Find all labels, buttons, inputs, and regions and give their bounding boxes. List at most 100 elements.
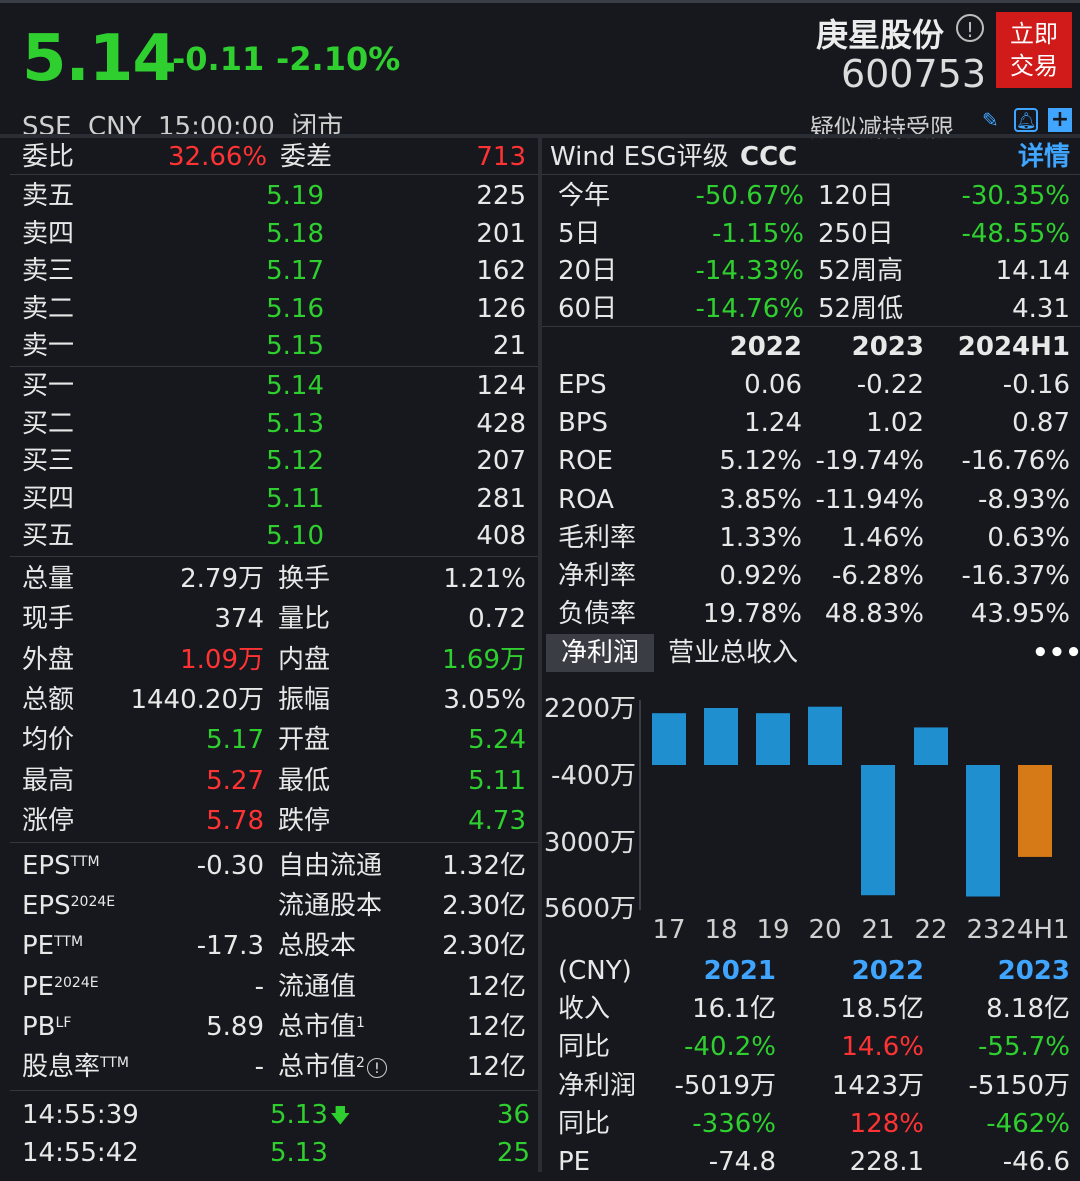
financials-row: 负债率 19.78% 48.83% 43.95% (558, 595, 1070, 633)
annual-label: PE (558, 1147, 591, 1178)
level-price: 5.12 (266, 446, 324, 476)
fund-value: -17.3 (196, 931, 264, 962)
stat-value: 5.24 (468, 725, 526, 756)
financial-value: 1.33% (719, 522, 802, 553)
bar (808, 706, 842, 765)
tab-net-profit[interactable]: 净利润 (546, 634, 654, 672)
fund-label: EPS2024E (22, 891, 116, 922)
stat-row: 均价 5.17 开盘 5.24 (22, 721, 526, 759)
esg-rating: CCC (740, 142, 798, 172)
stat-label: 总量 (22, 564, 75, 594)
fund-label: 流通股本 (278, 891, 383, 922)
tick-time: 14:55:42 (22, 1138, 139, 1168)
fund-value: 12亿 (466, 971, 526, 1002)
fund-label-sup: LF (55, 1014, 72, 1031)
financial-value: 1.46% (841, 522, 924, 553)
return-value: -1.15% (712, 218, 804, 249)
stat-value: 1.09万 (180, 644, 264, 675)
tick-row: 14:55:39 5.13 🡇 36 (22, 1096, 530, 1134)
fund-label: 自由流通 (278, 851, 383, 881)
weibi-label: 委比 (22, 142, 75, 172)
bell-icon[interactable]: 🔔︎ (1014, 108, 1038, 132)
return-value: -48.55% (961, 218, 1070, 249)
fund-value: 1.32亿 (442, 851, 526, 881)
return-value: -50.67% (695, 181, 804, 211)
annual-value: 228.1 (849, 1147, 924, 1178)
level-label: 卖四 (22, 218, 75, 249)
divider (542, 326, 1080, 327)
info-icon[interactable]: ! (956, 14, 984, 42)
financial-value: -0.22 (856, 370, 924, 400)
level-price: 5.13 (266, 408, 324, 439)
return-label: 60日 (558, 293, 618, 324)
annual-value: -5019万 (674, 1070, 776, 1101)
trade-now-button[interactable]: 立即 交易 (996, 12, 1072, 88)
stat-label: 量比 (278, 604, 331, 635)
level-label: 买一 (22, 371, 75, 401)
level-label: 卖二 (22, 293, 75, 324)
level-label: 买五 (22, 521, 75, 551)
financials-header-row: 2022 2023 2024H1 (558, 328, 1070, 366)
financial-value: 1.02 (866, 408, 924, 439)
tick-volume: 36 (496, 1100, 530, 1130)
fund-label-sup: 2 (356, 1055, 365, 1071)
financial-value: -0.16 (1002, 370, 1070, 400)
stat-value: 1.69万 (442, 644, 526, 675)
stock-name: 庚星股份 (815, 16, 944, 54)
divider (10, 174, 538, 175)
annual-value: 128% (849, 1108, 924, 1139)
annual-year: 2021 (703, 956, 776, 986)
level-price: 5.10 (266, 521, 324, 551)
stat-label: 开盘 (278, 725, 331, 756)
stat-value: 5.78 (206, 805, 264, 836)
edit-icon[interactable]: ✎ (982, 110, 1002, 130)
y-tick-label: 3000万 (544, 828, 636, 858)
buy-level-row: 买三 5.12 207 (22, 442, 526, 480)
annual-unit: (CNY) (558, 956, 632, 986)
tab-revenue[interactable]: 营业总收入 (668, 634, 798, 672)
fundamental-row: EPSTTM -0.30 自由流通 1.32亿 (22, 847, 526, 885)
financial-label: EPS (558, 370, 607, 400)
return-row: 20日 -14.33% 52周高 14.14 (558, 252, 1070, 290)
level-price: 5.17 (266, 256, 324, 286)
buy-level-row: 买二 5.13 428 (22, 405, 526, 443)
divider (542, 174, 1080, 175)
bar (966, 765, 1000, 897)
weibi-value: 32.66% (168, 142, 268, 172)
buy-level-row: 买四 5.11 281 (22, 480, 526, 518)
level-price: 5.19 (266, 181, 324, 211)
annual-label: 同比 (558, 1032, 611, 1063)
fundamental-row: PE2024E - 流通值 12亿 (22, 968, 526, 1006)
stat-value: 4.73 (468, 805, 526, 836)
level-price: 5.15 (266, 331, 324, 361)
level-price: 5.11 (266, 483, 324, 514)
fund-label: PETTM (22, 931, 84, 962)
fund-label: 总股本 (278, 931, 357, 962)
return-value: 14.14 (995, 256, 1070, 286)
stat-label: 最高 (22, 765, 75, 796)
bar (861, 765, 895, 896)
trade-button-line2: 交易 (1010, 52, 1058, 80)
fund-value: 2.30亿 (442, 931, 526, 962)
fund-value: 5.89 (206, 1011, 264, 1042)
return-label: 5日 (558, 218, 601, 249)
more-icon[interactable]: ••• (1032, 634, 1080, 672)
x-tick-label: 23 (966, 915, 999, 945)
esg-detail-link[interactable]: 详情 (1018, 138, 1070, 176)
annual-value: -55.7% (978, 1032, 1070, 1063)
fund-label-sup: 1 (356, 1014, 365, 1031)
year-header: 2023 (851, 332, 924, 362)
fund-value: 12亿 (466, 1052, 526, 1082)
info-icon[interactable]: ! (366, 1057, 387, 1078)
fundamental-row: EPS2024E 流通股本 2.30亿 (22, 887, 526, 925)
return-label: 52周高 (818, 256, 904, 286)
plus-icon[interactable]: + (1048, 108, 1072, 132)
financials-row: ROE 5.12% -19.74% -16.76% (558, 442, 1070, 480)
annual-value: -74.8 (708, 1147, 776, 1178)
financial-value: 0.06 (744, 370, 802, 400)
stat-value: 2.79万 (180, 564, 264, 594)
level-volume: 408 (476, 521, 526, 551)
return-value: -14.33% (695, 256, 804, 286)
level-label: 卖三 (22, 256, 75, 286)
financial-label: ROE (558, 446, 613, 477)
